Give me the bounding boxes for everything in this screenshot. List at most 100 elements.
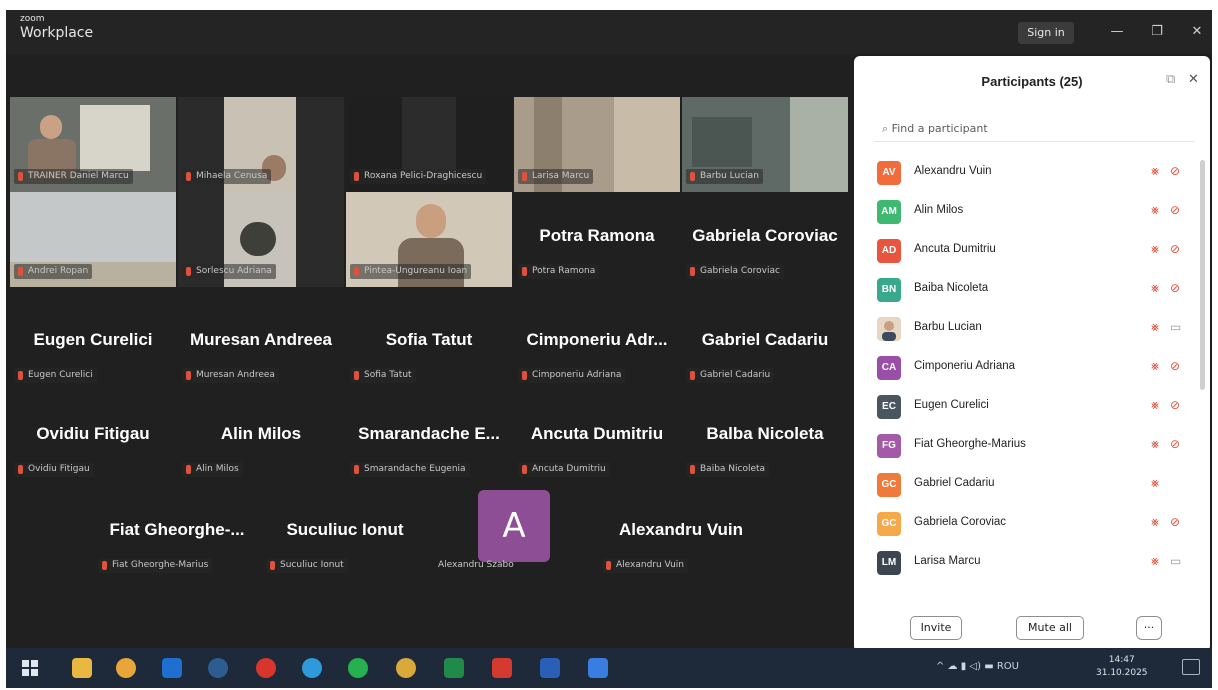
camera-icon[interactable]: ▭ xyxy=(1170,320,1181,334)
clock[interactable]: 14:47 31.10.2025 xyxy=(1096,654,1148,680)
participant-tile[interactable]: Smarandache E... Smarandache Eugenia xyxy=(346,390,512,485)
participant-row[interactable]: BN Baiba Nicoleta ⨳ ⊘ xyxy=(854,271,1200,310)
name-tag: Barbu Lucian xyxy=(686,169,763,184)
popout-icon[interactable]: ⧉ xyxy=(1166,72,1175,87)
zoom-icon[interactable] xyxy=(588,658,608,678)
restore-button[interactable]: ❐ xyxy=(1144,20,1170,44)
minimize-button[interactable]: — xyxy=(1104,20,1130,44)
participant-row[interactable]: AM Alin Milos ⨳ ⊘ xyxy=(854,193,1200,232)
video-tile[interactable]: Larisa Marcu xyxy=(514,97,680,192)
chrome-canary-icon[interactable] xyxy=(396,658,416,678)
mic-muted-icon[interactable]: ⨳ xyxy=(1151,359,1159,374)
sign-in-button[interactable]: Sign in xyxy=(1018,22,1074,44)
notification-icon[interactable] xyxy=(1182,659,1200,675)
participant-tile[interactable]: Fiat Gheorghe-... Fiat Gheorghe-Marius xyxy=(94,486,260,581)
camera-icon[interactable]: ▭ xyxy=(1170,554,1181,568)
mic-muted-icon[interactable]: ⨳ xyxy=(1151,476,1159,491)
mic-muted-icon[interactable]: ⨳ xyxy=(1151,554,1159,569)
person-head xyxy=(416,204,446,238)
participant-row[interactable]: CA Cimponeriu Adriana ⨳ ⊘ xyxy=(854,349,1200,388)
participant-name: Muresan Andreea xyxy=(189,330,333,349)
participant-tile[interactable]: Sofia Tatut Sofia Tatut xyxy=(346,296,512,391)
scrollbar[interactable] xyxy=(1200,160,1205,390)
participant-avatar: GC xyxy=(877,473,901,497)
video-tile[interactable]: Pintea-Ungureanu Ioan xyxy=(346,192,512,287)
file-explorer-icon[interactable] xyxy=(72,658,92,678)
participant-row[interactable]: LM Larisa Marcu ⨳ ▭ xyxy=(854,544,1200,583)
video-tile[interactable]: Sorlescu Adriana xyxy=(178,192,344,287)
camera-off-icon[interactable]: ⊘ xyxy=(1170,164,1180,178)
name-tag: Eugen Curelici xyxy=(14,368,97,383)
room-image xyxy=(692,117,752,167)
mic-muted-icon[interactable]: ⨳ xyxy=(1151,515,1159,530)
mic-muted-icon[interactable]: ⨳ xyxy=(1151,242,1159,257)
participant-row[interactable]: GC Gabriela Coroviac ⨳ ⊘ xyxy=(854,505,1200,544)
invite-button[interactable]: Invite xyxy=(910,616,962,640)
more-button[interactable]: ··· xyxy=(1136,616,1162,640)
mic-muted-icon[interactable]: ⨳ xyxy=(1151,203,1159,218)
participant-row[interactable]: AV Alexandru Vuin ⨳ ⊘ xyxy=(854,154,1200,193)
title-bar: zoom Workplace Sign in — ❐ ✕ xyxy=(6,10,1212,54)
video-tile[interactable]: Andrei Ropan xyxy=(10,192,176,287)
participant-row[interactable]: AD Ancuta Dumitriu ⨳ ⊘ xyxy=(854,232,1200,271)
close-button[interactable]: ✕ xyxy=(1184,20,1210,44)
participant-name: Eugen Curelici xyxy=(33,330,153,349)
participant-tile[interactable]: Potra Ramona Potra Ramona xyxy=(514,192,680,287)
participant-tile[interactable]: Alexandru Vuin Alexandru Vuin xyxy=(598,486,764,581)
search-input[interactable]: ⌕ Find a participant xyxy=(874,116,1194,142)
close-icon[interactable]: ✕ xyxy=(1188,72,1199,87)
participant-tile[interactable]: Alin Milos Alin Milos xyxy=(178,390,344,485)
camera-off-icon[interactable]: ⊘ xyxy=(1170,203,1180,217)
participant-tile[interactable]: Balba Nicoleta Baiba Nicoleta xyxy=(682,390,848,485)
edge-icon[interactable] xyxy=(302,658,322,678)
mute-all-button[interactable]: Mute all xyxy=(1016,616,1084,640)
zoom-window: zoom Workplace Sign in — ❐ ✕ TRAINER Dan… xyxy=(6,10,1212,688)
camera-off-icon[interactable]: ⊘ xyxy=(1170,359,1180,373)
participant-name: Larisa Marcu xyxy=(914,555,981,567)
participant-row[interactable]: GC Gabriel Cadariu ⨳ xyxy=(854,466,1200,505)
camera-off-icon[interactable]: ⊘ xyxy=(1170,398,1180,412)
video-tile[interactable]: Roxana Pelici-Draghicescu xyxy=(346,97,512,192)
mic-muted-icon[interactable]: ⨳ xyxy=(1151,437,1159,452)
chrome-icon[interactable] xyxy=(116,658,136,678)
participant-tile[interactable]: Muresan Andreea Muresan Andreea xyxy=(178,296,344,391)
participant-name: Alexandru Vuin xyxy=(914,165,992,177)
mic-muted-icon[interactable]: ⨳ xyxy=(1151,320,1159,335)
participant-tile[interactable]: Ancuta Dumitriu Ancuta Dumitriu xyxy=(514,390,680,485)
participant-tile[interactable]: Gabriel Cadariu Gabriel Cadariu xyxy=(682,296,848,391)
camera-off-icon[interactable]: ⊘ xyxy=(1170,515,1180,529)
participant-tile[interactable]: Cimponeriu Adr... Cimponeriu Adriana xyxy=(514,296,680,391)
windows-taskbar: ^ ☁ ▮ ◁) ▬ ROU 14:47 31.10.2025 xyxy=(6,648,1212,688)
participant-tile[interactable]: Ovidiu Fitigau Ovidiu Fitigau xyxy=(10,390,176,485)
name-tag: Mihaela Cenusa xyxy=(182,169,272,184)
participant-tile[interactable]: Suculiuc Ionut Suculiuc Ionut xyxy=(262,486,428,581)
video-tile[interactable]: Barbu Lucian xyxy=(682,97,848,192)
system-tray[interactable]: ^ ☁ ▮ ◁) ▬ ROU xyxy=(936,661,1019,672)
outlook-icon[interactable] xyxy=(162,658,182,678)
participant-tile[interactable]: Eugen Curelici Eugen Curelici xyxy=(10,296,176,391)
participant-tile[interactable]: Gabriela Coroviac Gabriela Coroviac xyxy=(682,192,848,287)
acrobat-icon[interactable] xyxy=(492,658,512,678)
word-icon[interactable] xyxy=(540,658,560,678)
participant-name: Sofia Tatut xyxy=(385,330,473,349)
whatsapp-icon[interactable] xyxy=(348,658,368,678)
mic-muted-icon[interactable]: ⨳ xyxy=(1151,281,1159,296)
opera-icon[interactable] xyxy=(256,658,276,678)
video-tile[interactable]: Mihaela Cenusa xyxy=(178,97,344,192)
mic-muted-icon[interactable]: ⨳ xyxy=(1151,398,1159,413)
windows-start-icon[interactable] xyxy=(20,658,40,678)
cortana-icon[interactable] xyxy=(208,658,228,678)
participant-tile[interactable]: A Alexandru Szabo xyxy=(430,486,596,581)
video-tile-trainer[interactable]: TRAINER Daniel Marcu xyxy=(10,97,176,192)
camera-off-icon[interactable]: ⊘ xyxy=(1170,281,1180,295)
participant-avatar: AV xyxy=(877,161,901,185)
camera-off-icon[interactable]: ⊘ xyxy=(1170,437,1180,451)
participant-avatar: LM xyxy=(877,551,901,575)
camera-off-icon[interactable]: ⊘ xyxy=(1170,242,1180,256)
participant-row[interactable]: EC Eugen Curelici ⨳ ⊘ xyxy=(854,388,1200,427)
participant-row[interactable]: Barbu Lucian ⨳ ▭ xyxy=(854,310,1200,349)
participant-row[interactable]: FG Fiat Gheorghe-Marius ⨳ ⊘ xyxy=(854,427,1200,466)
excel-icon[interactable] xyxy=(444,658,464,678)
mic-muted-icon[interactable]: ⨳ xyxy=(1151,164,1159,179)
person-body xyxy=(398,238,464,287)
